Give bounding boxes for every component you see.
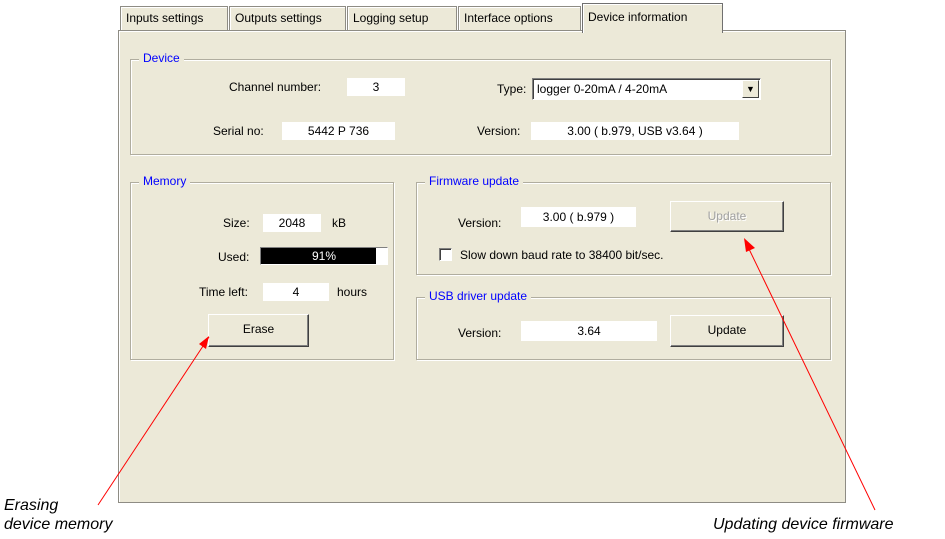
firmware-annotation-arrowhead	[744, 238, 755, 252]
annotation-arrows	[97, 238, 876, 511]
erase-annotation-arrowhead	[199, 336, 209, 349]
erase-annotation-line	[97, 336, 210, 506]
firmware-annotation-line	[748, 248, 876, 511]
